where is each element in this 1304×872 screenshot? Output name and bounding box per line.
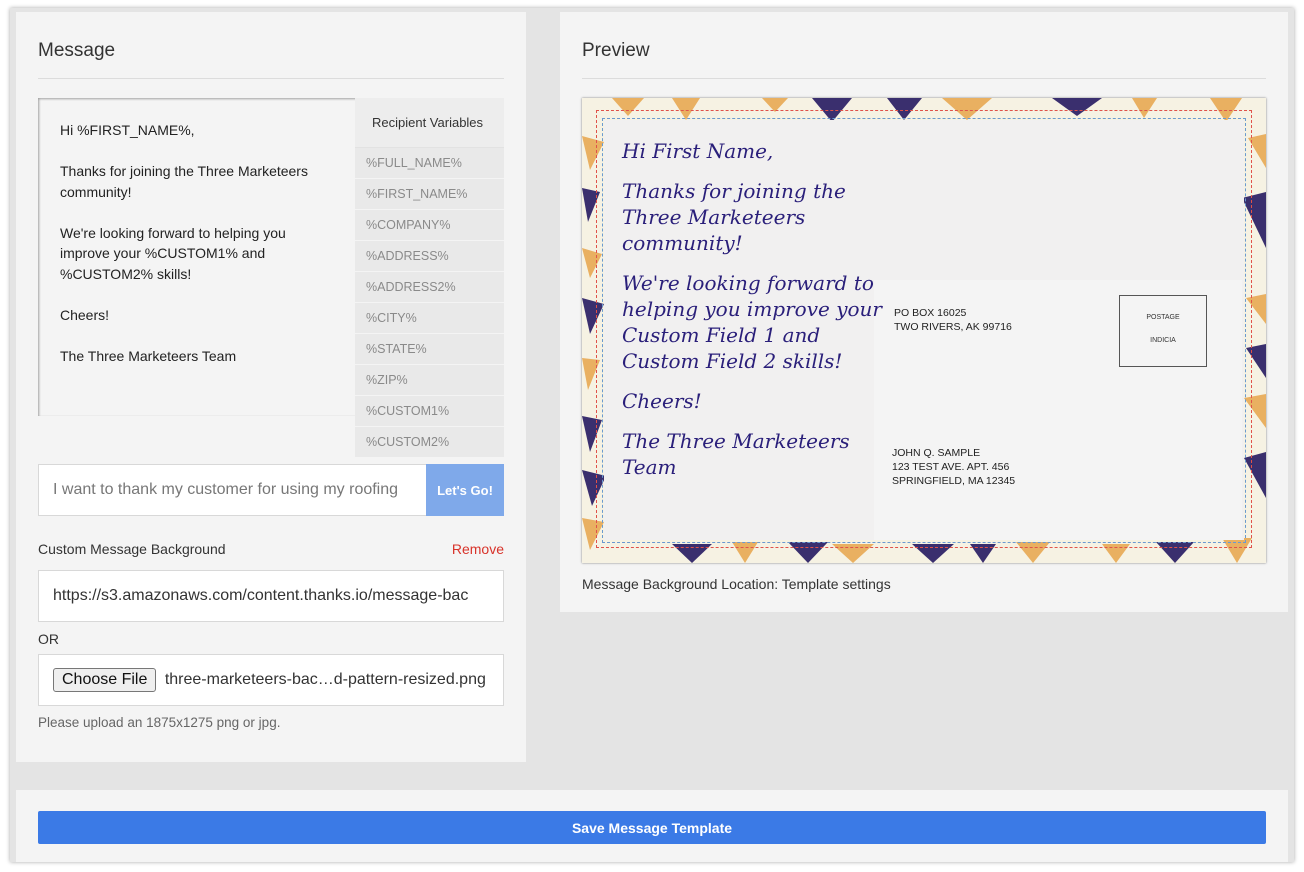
handwriting-line: Hi First Name, [622, 139, 774, 163]
recipient-address: JOHN Q. SAMPLE 123 TEST AVE. APT. 456 SP… [892, 446, 1015, 488]
postage-label: POSTAGE [1146, 314, 1180, 321]
variable-item[interactable]: %ADDRESS% [355, 241, 504, 272]
ai-prompt-input[interactable]: I want to thank my customer for using my… [38, 464, 426, 516]
variable-item[interactable]: %ADDRESS2% [355, 272, 504, 303]
address-line: TWO RIVERS, AK 99716 [894, 321, 1012, 333]
message-panel-title: Message [38, 40, 116, 61]
handwriting-line: We're looking forward to helping you imp… [622, 271, 882, 373]
app-frame: Message Hi %FIRST_NAME%, Thanks for join… [10, 8, 1294, 862]
return-address: PO BOX 16025 TWO RIVERS, AK 99716 [894, 306, 1012, 334]
bg-url-input[interactable]: https://s3.amazonaws.com/content.thanks.… [38, 570, 504, 622]
message-editor[interactable]: Hi %FIRST_NAME%, Thanks for joining the … [38, 98, 504, 458]
message-panel: Message Hi %FIRST_NAME%, Thanks for join… [16, 12, 526, 762]
save-template-button[interactable]: Save Message Template [38, 811, 1266, 844]
upload-hint: Please upload an 1875x1275 png or jpg. [38, 715, 281, 730]
message-line: The Three Marketeers Team [60, 347, 237, 364]
choose-file-button[interactable]: Choose File [53, 668, 157, 692]
message-body[interactable]: Hi %FIRST_NAME%, Thanks for joining the … [60, 120, 330, 387]
message-line: Thanks for joining the Three Marketeers … [60, 163, 308, 200]
variable-item[interactable]: %FULL_NAME% [355, 148, 504, 179]
message-line: Cheers! [60, 306, 110, 323]
or-label: OR [38, 631, 59, 647]
preview-panel-title: Preview [582, 40, 650, 61]
recipient-variables-list: Recipient Variables %FULL_NAME% %FIRST_N… [355, 98, 504, 458]
handwriting-line: Cheers! [622, 389, 702, 413]
recipient-variables-header: Recipient Variables [355, 98, 504, 148]
address-line: 123 TEST AVE. APT. 456 [892, 461, 1010, 473]
divider [582, 78, 1266, 79]
selected-file-name: three-marketeers-bac…d-pattern-resized.p… [164, 671, 486, 688]
variable-item[interactable]: %ZIP% [355, 365, 504, 396]
footer-bar: Save Message Template [16, 790, 1288, 862]
variable-item[interactable]: %CUSTOM2% [355, 427, 504, 458]
variable-item[interactable]: %CUSTOM1% [355, 396, 504, 427]
lets-go-button[interactable]: Let's Go! [426, 464, 504, 516]
variable-item[interactable]: %COMPANY% [355, 210, 504, 241]
custom-bg-label: Custom Message Background [38, 541, 226, 557]
file-input[interactable]: Choose File three-marketeers-bac…d-patte… [38, 654, 504, 706]
postage-indicia-box: POSTAGE INDICIA [1119, 295, 1207, 367]
address-line: SPRINGFIELD, MA 12345 [892, 475, 1016, 487]
postcard-preview: Hi First Name, Thanks for joining the Th… [582, 98, 1266, 563]
handwriting-line: Thanks for joining the Three Marketeers … [622, 179, 846, 255]
address-line: JOHN Q. SAMPLE [892, 447, 981, 459]
remove-bg-link[interactable]: Remove [452, 541, 504, 557]
variable-item[interactable]: %CITY% [355, 303, 504, 334]
preview-panel: Preview Hi First Name, Thanks for joinin… [560, 12, 1288, 612]
indicia-label: INDICIA [1150, 337, 1176, 344]
message-line: Hi %FIRST_NAME%, [60, 122, 195, 138]
handwritten-message: Hi First Name, Thanks for joining the Th… [622, 138, 882, 494]
divider [38, 78, 504, 79]
message-line: We're looking forward to helping you imp… [60, 224, 286, 282]
variable-item[interactable]: %FIRST_NAME% [355, 179, 504, 210]
handwriting-line: The Three Marketeers Team [622, 429, 850, 479]
bg-location-text: Message Background Location: Template se… [582, 576, 891, 592]
address-line: PO BOX 16025 [894, 307, 967, 319]
variable-item[interactable]: %STATE% [355, 334, 504, 365]
